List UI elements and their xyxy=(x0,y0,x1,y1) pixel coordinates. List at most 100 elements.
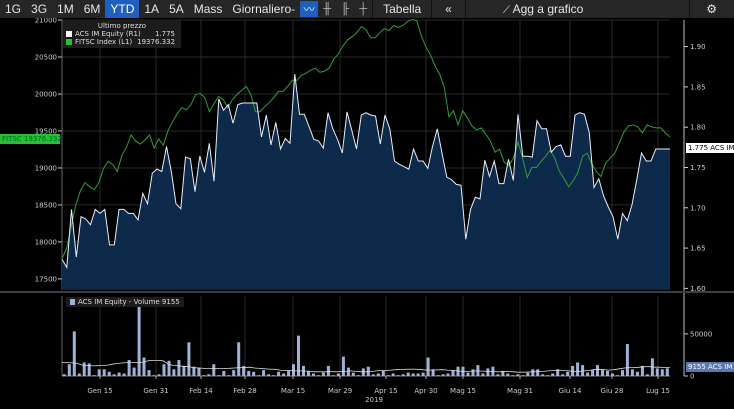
volume-bar xyxy=(371,374,375,376)
volume-last-tag: 9155 ACS IM xyxy=(686,362,734,372)
volume-bar xyxy=(92,375,96,376)
volume-bar xyxy=(516,374,520,376)
volume-bar xyxy=(576,362,580,376)
right-axis-label: 1.90 xyxy=(690,43,706,51)
gear-icon[interactable]: ⚙ xyxy=(690,0,734,18)
collapse-button[interactable]: « xyxy=(432,0,465,18)
date-label: Mar 15 xyxy=(281,387,305,395)
candlestick-icon[interactable]: ╫ xyxy=(318,1,336,17)
left-axis-label: 18500 xyxy=(35,201,57,209)
chart-canvas[interactable]: 1750018000185001900019500200002050021000… xyxy=(0,0,734,409)
volume-bar xyxy=(396,375,400,376)
date-label: Gen 15 xyxy=(87,387,112,395)
date-label: Feb 14 xyxy=(189,387,213,395)
acs-area-fill xyxy=(62,74,670,290)
volume-axis-label: 50000 xyxy=(690,330,712,338)
left-axis-label: 20500 xyxy=(35,53,57,61)
volume-bar xyxy=(645,374,649,376)
volume-bar xyxy=(551,373,555,376)
volume-bar xyxy=(187,342,191,376)
volume-bar xyxy=(152,375,156,376)
volume-bar xyxy=(312,373,315,376)
volume-axis-label: 0 xyxy=(690,373,694,381)
volume-bar xyxy=(137,301,141,376)
volume-bar xyxy=(416,373,420,376)
add-chart-icon: ⟋ xyxy=(502,5,513,16)
volume-bar xyxy=(611,373,614,376)
volume-bar xyxy=(436,375,440,376)
volume-bar xyxy=(486,368,490,376)
volume-bar xyxy=(471,369,475,376)
volume-bar xyxy=(496,374,500,376)
line-chart-icon[interactable]: 〰 xyxy=(300,1,319,17)
range-3g[interactable]: 3G xyxy=(26,0,52,18)
volume-bar xyxy=(232,370,236,376)
volume-bar xyxy=(441,374,445,376)
volume-bar xyxy=(117,372,121,376)
volume-bar xyxy=(621,370,624,376)
date-label: Lug 15 xyxy=(646,387,670,395)
volume-bar xyxy=(635,371,639,376)
bar-chart-icon[interactable]: ╟ xyxy=(336,1,354,17)
legend-item-acs: ACS IM Equity (R1) 1.775 xyxy=(63,30,181,38)
range-1g[interactable]: 1G xyxy=(0,0,26,18)
legend-title: Ultimo prezzo xyxy=(97,22,147,30)
left-axis-label: 18000 xyxy=(35,238,57,246)
volume-bar xyxy=(591,370,595,376)
volume-bar xyxy=(102,369,106,376)
volume-bar xyxy=(82,362,86,376)
date-label: Mar 29 xyxy=(328,387,352,395)
volume-bar xyxy=(346,367,350,376)
legend-value: 1.775 xyxy=(154,30,175,38)
legend-swatch xyxy=(66,39,72,45)
frequency-dropdown[interactable]: Giornaliero- xyxy=(227,0,300,18)
volume-bar xyxy=(391,373,395,376)
date-label: Giu 14 xyxy=(559,387,582,395)
volume-bar xyxy=(237,342,241,376)
volume-bar xyxy=(521,375,525,376)
legend-name: FITSC Index (L1) xyxy=(75,38,133,46)
volume-bar xyxy=(122,373,126,376)
volume-legend: ACS IM Equity - Volume 9155 xyxy=(66,297,184,307)
range-1a[interactable]: 1A xyxy=(139,0,164,18)
volume-bar xyxy=(561,374,565,376)
volume-bar xyxy=(267,374,271,376)
range-6m[interactable]: 6M xyxy=(79,0,106,18)
legend-item-fitsc: FITSC Index (L1) 19376.332 xyxy=(63,38,181,46)
volume-bar xyxy=(321,372,325,376)
range-1m[interactable]: 1M xyxy=(52,0,79,18)
volume-bar xyxy=(466,372,470,376)
volume-bar xyxy=(272,375,276,376)
date-label: Mag 15 xyxy=(450,387,476,395)
volume-bar xyxy=(197,367,201,376)
volume-bar xyxy=(481,373,485,376)
date-label: Feb 28 xyxy=(233,387,257,395)
volume-legend-label: ACS IM Equity - Volume 9155 xyxy=(78,298,180,306)
range-max[interactable]: Mass xyxy=(189,0,228,18)
volume-bar xyxy=(655,368,659,376)
right-axis-label: 1.75 xyxy=(690,164,706,172)
volume-bar xyxy=(411,373,415,376)
range-ytd[interactable]: YTD xyxy=(105,0,140,18)
volume-bar xyxy=(162,364,166,376)
volume-bar xyxy=(326,365,330,376)
volume-bar xyxy=(586,372,590,376)
acs-last-price-tag: 1.775 ACS IM xyxy=(686,143,734,153)
volume-bar xyxy=(361,368,365,376)
volume-bar xyxy=(202,375,206,376)
volume-bar xyxy=(147,370,151,376)
volume-bar xyxy=(541,374,545,376)
add-to-chart-button[interactable]: ⟋ Agg a grafico xyxy=(498,0,589,18)
volume-bar xyxy=(317,375,320,376)
volume-bar xyxy=(132,367,136,376)
volume-bar xyxy=(177,360,181,376)
date-label: Giu 28 xyxy=(601,387,624,395)
range-5a[interactable]: 5A xyxy=(164,0,189,18)
volume-bar xyxy=(531,369,535,376)
volume-bar xyxy=(247,370,251,376)
volume-bar xyxy=(182,365,186,376)
volume-bar xyxy=(336,373,340,376)
table-button[interactable]: Tabella xyxy=(373,0,431,18)
ohlc-icon[interactable]: ┼ xyxy=(354,1,372,17)
volume-bar xyxy=(616,375,619,376)
